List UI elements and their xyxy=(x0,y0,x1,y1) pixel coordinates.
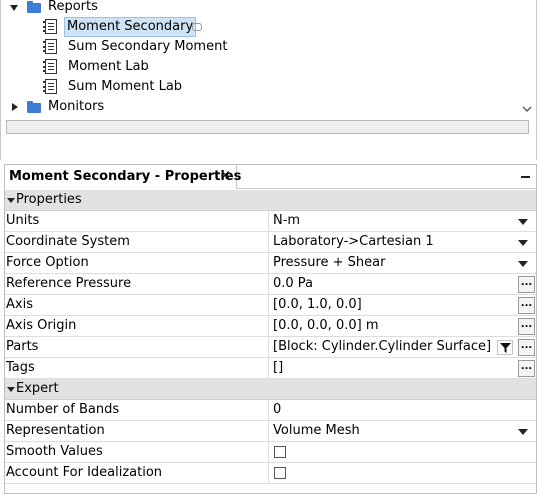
tree-node-sum-secondary-moment[interactable]: Sum Secondary Moment xyxy=(1,37,301,57)
tags-field[interactable]: [] ... xyxy=(268,358,536,378)
ellipsis-button[interactable]: ... xyxy=(518,360,535,377)
property-row-axis-origin: Axis Origin [0.0, 0.0, 0.0] m ... xyxy=(5,316,536,337)
property-row-reference-pressure: Reference Pressure 0.0 Pa ... xyxy=(5,274,536,295)
axis-origin-field[interactable]: [0.0, 0.0, 0.0] m ... xyxy=(268,316,536,336)
ellipsis-button[interactable]: ... xyxy=(518,276,535,293)
report-icon xyxy=(43,19,57,34)
account-for-idealization-cell xyxy=(268,463,536,483)
horizontal-scrollbar[interactable] xyxy=(6,120,529,134)
expand-chevron-icon[interactable] xyxy=(12,103,18,111)
dropdown-arrow-icon[interactable] xyxy=(518,429,528,435)
property-row-coordinate-system: Coordinate System Laboratory->Cartesian … xyxy=(5,232,536,253)
representation-dropdown[interactable]: Volume Mesh xyxy=(268,421,536,441)
property-value: [0.0, 0.0, 0.0] m xyxy=(273,318,379,333)
property-value: [0.0, 1.0, 0.0] xyxy=(273,297,362,312)
tree-node-sum-moment-lab[interactable]: Sum Moment Lab xyxy=(1,77,301,97)
tree-node-label: Sum Secondary Moment xyxy=(68,39,228,54)
collapse-chevron-icon[interactable] xyxy=(7,387,15,392)
tree-node-reports[interactable]: Reports xyxy=(1,0,301,17)
tab-title: Moment Secondary - Properties xyxy=(9,169,242,184)
folder-icon xyxy=(27,101,41,113)
dropdown-arrow-icon[interactable] xyxy=(518,261,528,267)
property-row-tags: Tags [] ... xyxy=(5,358,536,379)
property-row-account-for-idealization: Account For Idealization xyxy=(5,463,536,484)
property-name: Representation xyxy=(6,423,105,438)
section-title: Properties xyxy=(16,192,82,207)
property-name: Account For Idealization xyxy=(6,465,163,480)
comment-icon xyxy=(192,23,202,31)
property-name: Axis xyxy=(6,297,33,312)
property-grid: Properties Units N-m Coordinate System L… xyxy=(5,190,536,484)
property-row-axis: Axis [0.0, 1.0, 0.0] ... xyxy=(5,295,536,316)
smooth-values-checkbox[interactable] xyxy=(274,446,286,458)
account-for-idealization-checkbox[interactable] xyxy=(274,467,286,479)
report-icon xyxy=(43,79,57,94)
units-dropdown[interactable]: N-m xyxy=(268,211,536,231)
property-name: Axis Origin xyxy=(6,318,77,333)
property-name: Coordinate System xyxy=(6,234,130,249)
expand-chevron-icon[interactable] xyxy=(10,5,18,11)
force-option-dropdown[interactable]: Pressure + Shear xyxy=(268,253,536,273)
property-value: 0 xyxy=(273,402,282,417)
scroll-down-icon[interactable] xyxy=(522,104,532,114)
tree-node-monitors[interactable]: Monitors xyxy=(1,97,301,117)
section-header-properties[interactable]: Properties xyxy=(5,190,536,211)
tree-node-moment-secondary[interactable]: Moment Secondary xyxy=(1,17,301,37)
coordinate-system-dropdown[interactable]: Laboratory->Cartesian 1 xyxy=(268,232,536,252)
tree-node-label: Monitors xyxy=(48,99,105,114)
tree-node-label: Moment Lab xyxy=(68,59,149,74)
close-icon[interactable]: × xyxy=(220,168,231,183)
property-value: Laboratory->Cartesian 1 xyxy=(273,234,434,249)
dropdown-arrow-icon[interactable] xyxy=(518,219,528,225)
tree-node-label: Moment Secondary xyxy=(64,17,197,37)
axis-field[interactable]: [0.0, 1.0, 0.0] ... xyxy=(268,295,536,315)
property-row-force-option: Force Option Pressure + Shear xyxy=(5,253,536,274)
property-row-smooth-values: Smooth Values xyxy=(5,442,536,463)
smooth-values-cell xyxy=(268,442,536,462)
property-name: Number of Bands xyxy=(6,402,120,417)
property-name: Tags xyxy=(6,360,35,375)
section-title: Expert xyxy=(16,381,59,396)
property-value: Volume Mesh xyxy=(273,423,360,438)
parts-field[interactable]: [Block: Cylinder.Cylinder Surface] ... xyxy=(268,337,536,357)
tree-node-moment-lab[interactable]: Moment Lab xyxy=(1,57,301,77)
minimize-icon[interactable] xyxy=(521,176,530,178)
number-of-bands-field[interactable]: 0 xyxy=(268,400,536,420)
report-icon xyxy=(43,39,57,54)
tree-node-label: Sum Moment Lab xyxy=(68,79,183,94)
property-row-units: Units N-m xyxy=(5,211,536,232)
ellipsis-button[interactable]: ... xyxy=(518,297,535,314)
tree-node-label: Reports xyxy=(48,0,98,14)
property-name: Parts xyxy=(6,339,39,354)
property-row-representation: Representation Volume Mesh xyxy=(5,421,536,442)
property-value: N-m xyxy=(273,213,301,228)
report-icon xyxy=(43,59,57,74)
folder-icon xyxy=(27,1,41,13)
filter-icon[interactable] xyxy=(497,340,513,355)
property-value: [Block: Cylinder.Cylinder Surface] xyxy=(273,339,492,354)
property-value: 0.0 Pa xyxy=(273,276,314,291)
ellipsis-button[interactable]: ... xyxy=(518,318,535,335)
property-name: Force Option xyxy=(6,255,89,270)
reference-pressure-field[interactable]: 0.0 Pa ... xyxy=(268,274,536,294)
property-row-parts: Parts [Block: Cylinder.Cylinder Surface]… xyxy=(5,337,536,358)
property-name: Units xyxy=(6,213,40,228)
ellipsis-button[interactable]: ... xyxy=(518,339,535,356)
property-value: [] xyxy=(273,360,284,375)
property-row-number-of-bands: Number of Bands 0 xyxy=(5,400,536,421)
property-name: Reference Pressure xyxy=(6,276,132,291)
dropdown-arrow-icon[interactable] xyxy=(518,240,528,246)
collapse-chevron-icon[interactable] xyxy=(7,198,15,203)
section-header-expert[interactable]: Expert xyxy=(5,379,536,400)
tab-properties[interactable]: Moment Secondary - Properties × xyxy=(5,165,241,189)
property-name: Smooth Values xyxy=(6,444,103,459)
properties-panel: Moment Secondary - Properties × Properti… xyxy=(4,164,537,494)
property-value: Pressure + Shear xyxy=(273,255,386,270)
tab-bar: Moment Secondary - Properties × xyxy=(5,165,536,189)
simulation-tree: Reports Moment Secondary Sum Secondary M… xyxy=(0,0,537,160)
